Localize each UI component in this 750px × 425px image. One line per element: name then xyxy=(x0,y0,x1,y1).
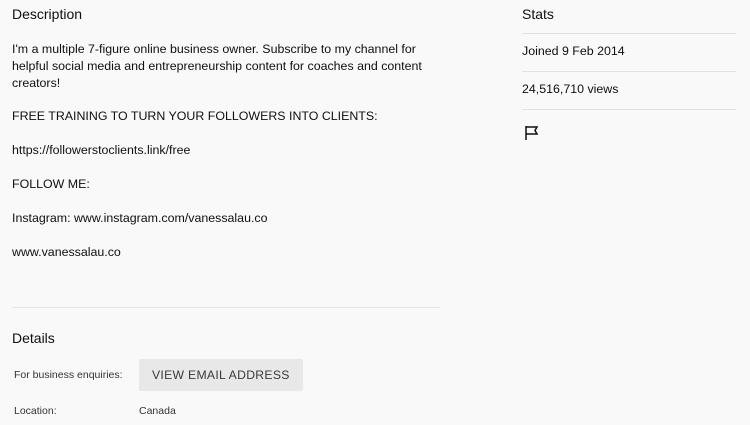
location-value: Canada xyxy=(139,405,176,417)
joined-date: Joined 9 Feb 2014 xyxy=(522,44,625,58)
description-instagram-line[interactable]: Instagram: www.instagram.com/vanessalau.… xyxy=(12,210,440,227)
description-line: FREE TRAINING TO TURN YOUR FOLLOWERS INT… xyxy=(12,109,378,124)
section-divider xyxy=(12,307,440,308)
location-row: Location: Canada xyxy=(14,402,176,420)
view-email-button[interactable]: VIEW EMAIL ADDRESS xyxy=(139,359,303,391)
location-label: Location: xyxy=(14,405,57,417)
description-line: FOLLOW ME: xyxy=(12,176,90,191)
details-heading: Details xyxy=(12,330,55,346)
stats-divider xyxy=(522,33,736,34)
description-website-link[interactable]: www.vanessalau.co xyxy=(12,244,440,261)
business-enquiries-row: For business enquiries: VIEW EMAIL ADDRE… xyxy=(14,359,303,391)
description-body: I'm a multiple 7-figure online business … xyxy=(12,41,440,260)
description-line: creators! xyxy=(12,75,61,90)
description-link[interactable]: https://followerstoclients.link/free xyxy=(12,142,440,159)
stats-divider xyxy=(522,71,736,72)
description-heading: Description xyxy=(12,6,83,22)
description-line: helpful social media and entrepreneurshi… xyxy=(12,58,422,73)
stats-heading: Stats xyxy=(522,6,554,22)
view-count: 24,516,710 views xyxy=(522,82,619,96)
business-enquiries-label: For business enquiries: xyxy=(14,369,123,381)
stats-divider xyxy=(522,109,736,110)
description-line: I'm a multiple 7-figure online business … xyxy=(12,42,416,56)
flag-icon[interactable] xyxy=(524,124,540,142)
